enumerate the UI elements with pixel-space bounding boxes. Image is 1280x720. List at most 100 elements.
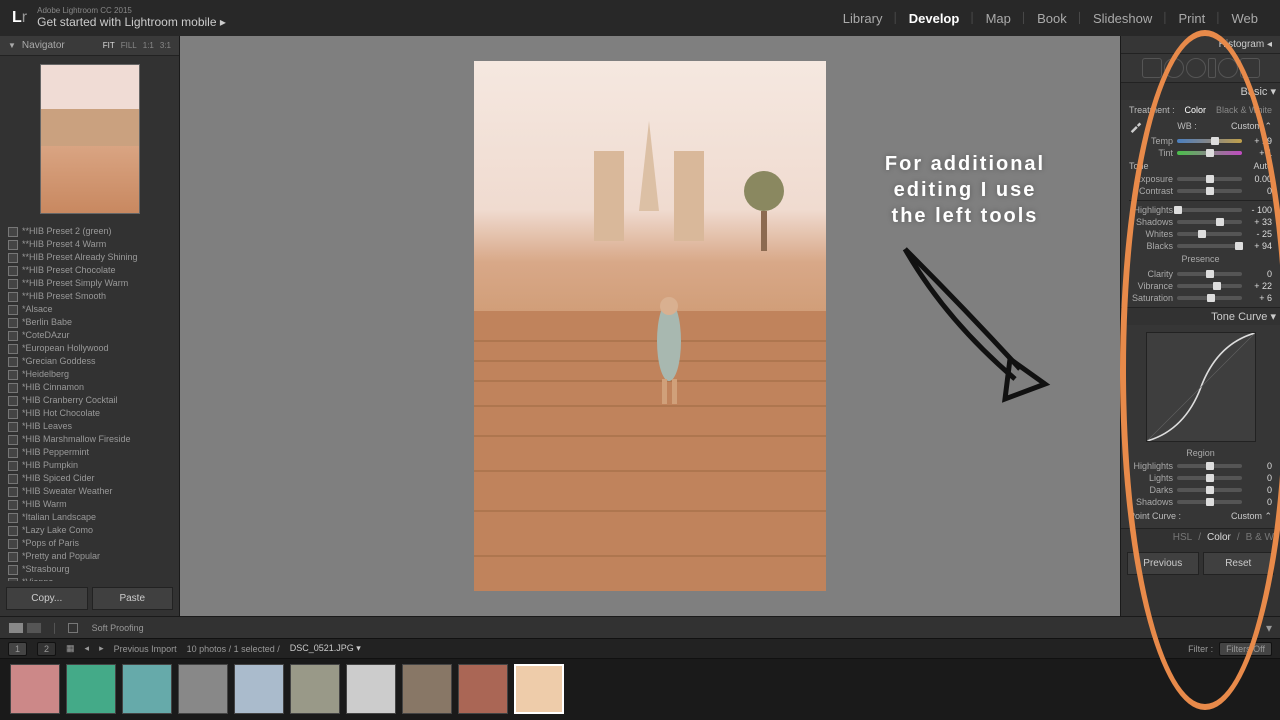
module-library[interactable]: Library bbox=[833, 0, 893, 36]
preset-item[interactable]: *Pops of Paris bbox=[4, 536, 175, 549]
radial-tool-icon[interactable] bbox=[1218, 58, 1238, 78]
shadows-slider[interactable]: Shadows + 33 bbox=[1129, 216, 1272, 228]
preset-item[interactable]: *HIB Peppermint bbox=[4, 445, 175, 458]
treatment-color[interactable]: Color bbox=[1184, 105, 1206, 115]
filmstrip-thumb[interactable] bbox=[122, 664, 172, 714]
compare-view-icon[interactable] bbox=[26, 622, 42, 634]
clarity-slider[interactable]: Clarity 0 bbox=[1129, 268, 1272, 280]
module-print[interactable]: Print bbox=[1169, 0, 1216, 36]
lights-slider[interactable]: Lights 0 bbox=[1129, 472, 1272, 484]
filename-dropdown[interactable]: DSC_0521.JPG ▾ bbox=[290, 643, 361, 654]
preset-item[interactable]: **HIB Preset 2 (green) bbox=[4, 224, 175, 237]
module-book[interactable]: Book bbox=[1027, 0, 1077, 36]
previous-button[interactable]: Previous bbox=[1127, 552, 1199, 575]
preset-item[interactable]: **HIB Preset 4 Warm bbox=[4, 237, 175, 250]
filmstrip[interactable] bbox=[0, 658, 1280, 718]
filmstrip-thumb[interactable] bbox=[402, 664, 452, 714]
filmstrip-thumb[interactable] bbox=[178, 664, 228, 714]
auto-tone-button[interactable]: Auto bbox=[1253, 161, 1272, 171]
filmstrip-thumb[interactable] bbox=[458, 664, 508, 714]
preset-item[interactable]: **HIB Preset Smooth bbox=[4, 289, 175, 302]
bw-tab[interactable]: B & W bbox=[1246, 532, 1274, 543]
preset-item[interactable]: *Grecian Goddess bbox=[4, 354, 175, 367]
preset-item[interactable]: *Heidelberg bbox=[4, 367, 175, 380]
saturation-slider[interactable]: Saturation + 6 bbox=[1129, 292, 1272, 304]
crop-tool-icon[interactable] bbox=[1142, 58, 1162, 78]
filmstrip-thumb[interactable] bbox=[66, 664, 116, 714]
shadows-slider[interactable]: Shadows 0 bbox=[1129, 496, 1272, 508]
navigator-preview[interactable] bbox=[40, 64, 140, 214]
preset-item[interactable]: *European Hollywood bbox=[4, 341, 175, 354]
preset-item[interactable]: **HIB Preset Simply Warm bbox=[4, 276, 175, 289]
copy-button[interactable]: Copy... bbox=[6, 587, 88, 610]
basic-header[interactable]: Basic ▾ bbox=[1121, 83, 1280, 100]
contrast-slider[interactable]: Contrast 0 bbox=[1129, 185, 1272, 197]
whites-slider[interactable]: Whites - 25 bbox=[1129, 228, 1272, 240]
preset-item[interactable]: *HIB Spiced Cider bbox=[4, 471, 175, 484]
preset-item[interactable]: *Alsace bbox=[4, 302, 175, 315]
zoom-3to1[interactable]: 3:1 bbox=[160, 41, 171, 50]
preset-item[interactable]: *HIB Pumpkin bbox=[4, 458, 175, 471]
tint-slider[interactable]: Tint + 1 bbox=[1129, 147, 1272, 159]
preset-item[interactable]: *HIB Hot Chocolate bbox=[4, 406, 175, 419]
gradient-tool-icon[interactable] bbox=[1208, 58, 1216, 78]
tonecurve-header[interactable]: Tone Curve ▾ bbox=[1121, 308, 1280, 325]
redeye-tool-icon[interactable] bbox=[1186, 58, 1206, 78]
preset-item[interactable]: *Strasbourg bbox=[4, 562, 175, 575]
exposure-slider[interactable]: Exposure 0.00 bbox=[1129, 173, 1272, 185]
preset-item[interactable]: *HIB Sweater Weather bbox=[4, 484, 175, 497]
filmstrip-thumb[interactable] bbox=[290, 664, 340, 714]
preset-item[interactable]: *Vienna bbox=[4, 575, 175, 581]
vibrance-slider[interactable]: Vibrance + 22 bbox=[1129, 280, 1272, 292]
color-tab[interactable]: Color bbox=[1207, 532, 1231, 543]
preset-item[interactable]: *Italian Landscape bbox=[4, 510, 175, 523]
treatment-bw[interactable]: Black & White bbox=[1216, 105, 1272, 115]
filmstrip-thumb[interactable] bbox=[234, 664, 284, 714]
module-develop[interactable]: Develop bbox=[899, 0, 970, 36]
filmstrip-thumb[interactable] bbox=[10, 664, 60, 714]
secondary-monitor-icon[interactable]: 2 bbox=[37, 642, 56, 656]
preset-item[interactable]: **HIB Preset Chocolate bbox=[4, 263, 175, 276]
preset-item[interactable]: *HIB Cinnamon bbox=[4, 380, 175, 393]
preset-item[interactable]: *Lazy Lake Como bbox=[4, 523, 175, 536]
nav-fwd-icon[interactable]: ▸ bbox=[99, 643, 104, 654]
soft-proof-checkbox[interactable] bbox=[68, 623, 78, 633]
highlights-slider[interactable]: Highlights 0 bbox=[1129, 460, 1272, 472]
getting-started-link[interactable]: Get started with Lightroom mobile ▸ bbox=[37, 16, 226, 29]
pointcurve-dropdown[interactable]: Custom ⌃ bbox=[1231, 511, 1272, 522]
preset-item[interactable]: *HIB Warm bbox=[4, 497, 175, 510]
navigator-header[interactable]: ▼ Navigator FIT FILL 1:1 3:1 bbox=[0, 36, 179, 56]
darks-slider[interactable]: Darks 0 bbox=[1129, 484, 1272, 496]
canvas[interactable]: For additional editing I use the left to… bbox=[180, 36, 1120, 616]
blacks-slider[interactable]: Blacks + 94 bbox=[1129, 240, 1272, 252]
brush-tool-icon[interactable] bbox=[1240, 58, 1260, 78]
filter-dropdown[interactable]: Filters Off bbox=[1219, 642, 1272, 656]
eyedropper-icon[interactable] bbox=[1129, 119, 1143, 133]
grid-icon[interactable]: ▦ bbox=[66, 643, 75, 654]
reset-button[interactable]: Reset bbox=[1203, 552, 1275, 575]
temp-slider[interactable]: Temp + 19 bbox=[1129, 135, 1272, 147]
paste-button[interactable]: Paste bbox=[92, 587, 174, 610]
preset-item[interactable]: *HIB Marshmallow Fireside bbox=[4, 432, 175, 445]
zoom-1to1[interactable]: 1:1 bbox=[143, 41, 154, 50]
preset-item[interactable]: *HIB Leaves bbox=[4, 419, 175, 432]
histogram-header[interactable]: Histogram ◂ bbox=[1121, 36, 1280, 54]
filmstrip-thumb[interactable] bbox=[346, 664, 396, 714]
toolbar-dropdown-icon[interactable]: ▾ bbox=[1266, 621, 1272, 635]
spot-tool-icon[interactable] bbox=[1164, 58, 1184, 78]
zoom-fit[interactable]: FIT bbox=[103, 41, 115, 50]
preset-item[interactable]: *Pretty and Popular bbox=[4, 549, 175, 562]
loupe-view-icon[interactable] bbox=[8, 622, 24, 634]
preset-item[interactable]: *HIB Cranberry Cocktail bbox=[4, 393, 175, 406]
module-map[interactable]: Map bbox=[976, 0, 1021, 36]
highlights-slider[interactable]: Highlights - 100 bbox=[1129, 204, 1272, 216]
primary-monitor-icon[interactable]: 1 bbox=[8, 642, 27, 656]
tone-curve-graph[interactable] bbox=[1146, 332, 1256, 442]
module-slideshow[interactable]: Slideshow bbox=[1083, 0, 1162, 36]
filmstrip-thumb[interactable] bbox=[514, 664, 564, 714]
hsl-header[interactable]: HSL / Color / B & W bbox=[1121, 529, 1280, 546]
module-web[interactable]: Web bbox=[1222, 0, 1269, 36]
preset-item[interactable]: **HIB Preset Already Shining bbox=[4, 250, 175, 263]
source-label[interactable]: Previous Import bbox=[114, 644, 177, 654]
zoom-fill[interactable]: FILL bbox=[121, 41, 137, 50]
